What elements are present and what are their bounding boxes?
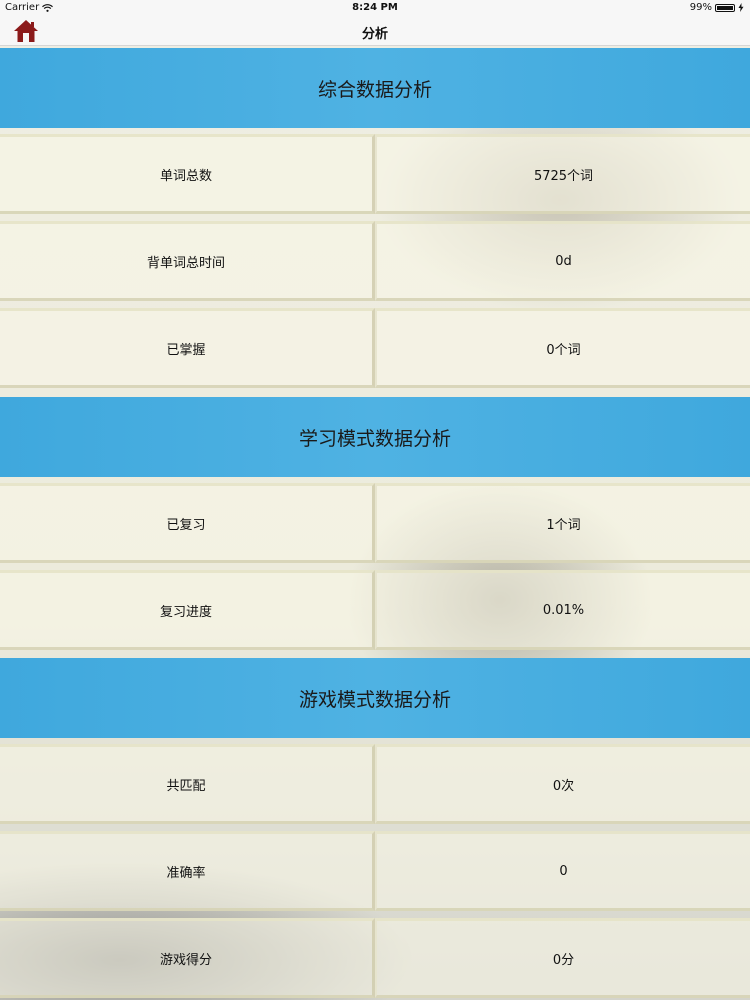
battery-icon xyxy=(715,3,735,12)
row-value: 0次 xyxy=(375,744,750,824)
section-header-game-mode: 游戏模式数据分析 xyxy=(0,658,750,738)
row-value: 1个词 xyxy=(375,483,750,563)
row-value: 5725个词 xyxy=(375,134,750,214)
table-row: 游戏得分 0分 xyxy=(0,918,750,998)
table-row: 单词总数 5725个词 xyxy=(0,134,750,214)
row-value: 0 xyxy=(375,831,750,911)
row-label: 游戏得分 xyxy=(0,918,375,998)
section-header-study-mode: 学习模式数据分析 xyxy=(0,397,750,477)
row-label: 共匹配 xyxy=(0,744,375,824)
battery-percent: 99% xyxy=(689,2,712,13)
table-row: 共匹配 0次 xyxy=(0,744,750,824)
status-bar: Carrier 8:24 PM 99% xyxy=(0,0,750,16)
table-row: 准确率 0 xyxy=(0,831,750,911)
row-label: 已掌握 xyxy=(0,308,375,388)
row-label: 准确率 xyxy=(0,831,375,911)
status-time: 8:24 PM xyxy=(352,2,398,13)
row-label: 背单词总时间 xyxy=(0,221,375,301)
navigation-bar: 分析 xyxy=(0,16,750,46)
section-header-overall: 综合数据分析 xyxy=(0,48,750,128)
row-value: 0个词 xyxy=(375,308,750,388)
status-right: 99% xyxy=(690,2,744,13)
page-title: 分析 xyxy=(361,27,388,42)
table-row: 已掌握 0个词 xyxy=(0,308,750,388)
charging-bolt-icon xyxy=(738,3,744,12)
row-value: 0分 xyxy=(375,918,750,998)
table-row: 背单词总时间 0d xyxy=(0,221,750,301)
battery-level-fill xyxy=(717,5,733,10)
table-row: 已复习 1个词 xyxy=(0,483,750,563)
row-value: 0.01% xyxy=(375,570,750,650)
row-label: 复习进度 xyxy=(0,570,375,650)
table-row: 复习进度 0.01% xyxy=(0,570,750,650)
row-label: 单词总数 xyxy=(0,134,375,214)
row-label: 已复习 xyxy=(0,483,375,563)
row-value: 0d xyxy=(375,221,750,301)
